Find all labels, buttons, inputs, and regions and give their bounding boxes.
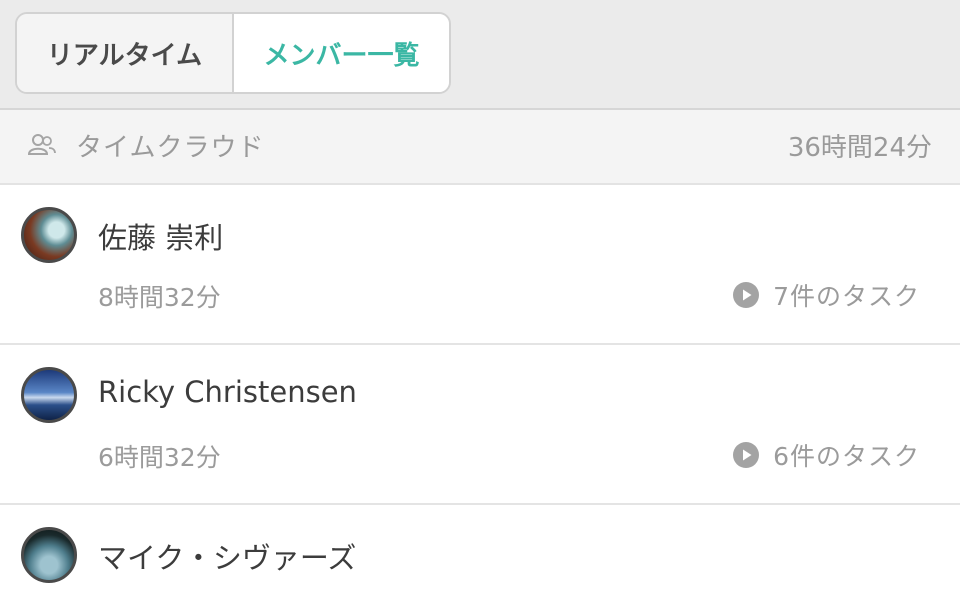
- top-tab-bar: リアルタイム メンバー一覧: [0, 0, 960, 110]
- play-circle-icon: [733, 282, 760, 308]
- team-name: タイムクラウド: [76, 133, 265, 163]
- member-name: マイク・シヴァーズ: [98, 541, 357, 575]
- team-header: タイムクラウド 36時間24分: [0, 110, 960, 185]
- tab-member-list[interactable]: メンバー一覧: [234, 14, 449, 92]
- member-row[interactable]: マイク・シヴァーズ: [0, 505, 960, 600]
- member-name: Ricky Christensen: [98, 375, 357, 409]
- member-time: 8時間32分: [98, 283, 221, 312]
- team-total-time: 36時間24分: [787, 133, 932, 163]
- users-icon: [27, 134, 56, 155]
- tab-realtime[interactable]: リアルタイム: [17, 14, 234, 92]
- task-summary[interactable]: 7件のタスク: [733, 277, 920, 313]
- task-count: 7件のタスク: [773, 282, 920, 311]
- member-name: 佐藤 崇利: [98, 221, 224, 255]
- play-circle-icon: [733, 442, 760, 468]
- avatar: [21, 367, 77, 423]
- avatar: [21, 207, 77, 263]
- member-row[interactable]: 佐藤 崇利 8時間32分 7件のタスク: [0, 185, 960, 345]
- task-count: 6件のタスク: [773, 442, 920, 471]
- member-time: 6時間32分: [98, 443, 221, 472]
- segmented-control: リアルタイム メンバー一覧: [15, 12, 451, 94]
- task-summary[interactable]: 6件のタスク: [733, 437, 920, 473]
- member-row[interactable]: Ricky Christensen 6時間32分 6件のタスク: [0, 345, 960, 505]
- avatar: [21, 527, 77, 583]
